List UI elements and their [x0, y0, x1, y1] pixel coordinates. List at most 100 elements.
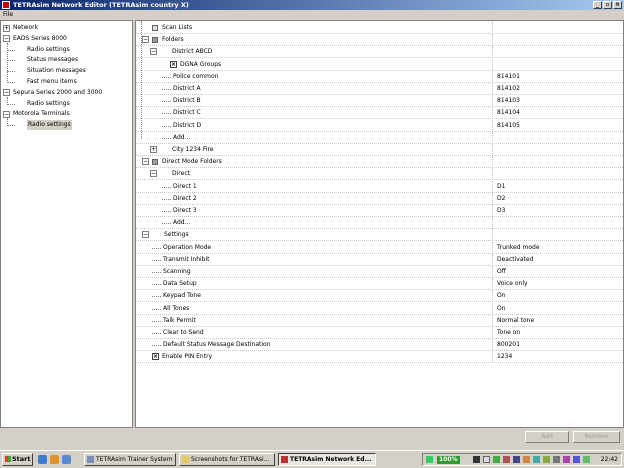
collapse-icon[interactable]: −: [3, 35, 10, 43]
tree-item-fast-menu-items[interactable]: Fast menu items: [27, 77, 77, 87]
tree-grid-row[interactable]: District B 814103: [136, 95, 623, 108]
network-icon[interactable]: [473, 456, 480, 463]
row-value[interactable]: Tone on: [497, 327, 520, 339]
tree-grid-row[interactable]: Scanning Off: [136, 266, 623, 278]
menu-file[interactable]: File: [3, 11, 13, 18]
tree-grid-row[interactable]: − Direct Mode Folders: [136, 156, 623, 169]
battery-indicator[interactable]: 100%: [437, 456, 460, 464]
tree-grid-row[interactable]: Add...: [136, 217, 623, 230]
row-value[interactable]: 814101: [497, 71, 520, 83]
checkbox[interactable]: ×: [170, 60, 177, 68]
row-value[interactable]: Deactivated: [497, 254, 533, 266]
security-icon[interactable]: [493, 456, 500, 463]
tree-grid-row[interactable]: Clear to Send Tone on: [136, 327, 623, 339]
row-value[interactable]: 814105: [497, 120, 520, 132]
help-icon[interactable]: [426, 456, 433, 463]
collapse-icon[interactable]: −: [150, 170, 157, 178]
task-screenshots[interactable]: Screenshots for TETRAsi...: [179, 453, 275, 466]
tree-grid-row[interactable]: × Enable PIN Entry 1234: [136, 351, 623, 364]
minimize-icon[interactable]: _: [593, 1, 602, 9]
printer-icon[interactable]: [553, 456, 560, 463]
tree-item-motorola-terminals[interactable]: Motorola Terminals: [13, 109, 70, 119]
mail-icon[interactable]: [50, 455, 59, 464]
tree-item-radio-settings[interactable]: Radio settings: [27, 99, 70, 109]
tree-grid-row[interactable]: Transmit Inhibit Deactivated: [136, 253, 623, 266]
tree-grid-row[interactable]: District C 814104: [136, 107, 623, 120]
tree-grid-row[interactable]: − District ABCD: [136, 46, 623, 59]
row-value[interactable]: On: [497, 290, 506, 302]
checkbox[interactable]: ×: [152, 353, 159, 361]
row-value[interactable]: 814103: [497, 95, 520, 107]
row-value[interactable]: Off: [497, 266, 506, 278]
tree-grid-row[interactable]: Keypad Tone On: [136, 290, 623, 303]
tree-item-status-messages[interactable]: Status messages: [27, 55, 78, 65]
tree-grid-row[interactable]: All Tones On: [136, 302, 623, 315]
collapse-icon[interactable]: −: [142, 231, 149, 239]
tree-item-eads-series-8000[interactable]: EADS Series 8000: [13, 34, 67, 44]
collapse-icon[interactable]: −: [150, 48, 157, 56]
tree-item-radio-settings[interactable]: Radio settings: [27, 45, 70, 55]
tree-grid-row[interactable]: × DGNA Groups: [136, 58, 623, 71]
restore-icon[interactable]: ▫: [603, 1, 612, 9]
tree-grid-row[interactable]: − Folders: [136, 34, 623, 47]
row-value[interactable]: D2: [497, 193, 505, 205]
row-value[interactable]: On: [497, 303, 506, 315]
collapse-icon[interactable]: −: [142, 36, 149, 44]
row-value[interactable]: D1: [497, 181, 505, 193]
column-divider: [492, 253, 493, 266]
tree-grid-row[interactable]: Default Status Message Destination 800201: [136, 339, 623, 352]
power-icon[interactable]: [573, 456, 580, 463]
expand-icon[interactable]: +: [3, 24, 10, 32]
collapse-icon[interactable]: −: [3, 89, 10, 97]
close-icon[interactable]: ×: [613, 1, 622, 9]
row-value[interactable]: 800201: [497, 339, 520, 351]
start-button[interactable]: Start: [2, 453, 33, 466]
tree-grid-row[interactable]: Direct 1 D1: [136, 180, 623, 193]
row-value[interactable]: 814102: [497, 83, 520, 95]
collapse-icon[interactable]: −: [142, 158, 149, 166]
antivirus-icon[interactable]: [523, 456, 530, 463]
remove-button[interactable]: Remove: [573, 431, 620, 443]
tree-grid-row[interactable]: Data Setup Voice only: [136, 278, 623, 291]
browser-icon[interactable]: [38, 455, 47, 464]
bluetooth-icon[interactable]: [513, 456, 520, 463]
tree-grid-row[interactable]: Talk Permit Normal tone: [136, 314, 623, 327]
tree-grid-row[interactable]: − Settings: [136, 229, 623, 242]
volume-icon[interactable]: [483, 456, 490, 463]
settings-tree-grid[interactable]: Scan Lists − Folders − District ABCD × DGNA Gr…: [135, 20, 624, 428]
row-value[interactable]: Normal tone: [497, 315, 534, 327]
tree-item-radio-settings[interactable]: Radio settings: [27, 120, 72, 131]
tree-grid-row[interactable]: Direct 3 D3: [136, 205, 623, 217]
desktop-icon[interactable]: [62, 455, 71, 464]
row-value[interactable]: D3: [497, 205, 505, 217]
tree-grid-row[interactable]: + City 1234 Fire: [136, 144, 623, 156]
row-value[interactable]: Trunked mode: [497, 242, 540, 254]
tree-grid-row[interactable]: District A 814102: [136, 83, 623, 95]
row-value[interactable]: 1234: [497, 351, 512, 363]
tree-item-situation-messages[interactable]: Situation messages: [27, 66, 86, 76]
tree-grid-row[interactable]: Direct 2 D2: [136, 192, 623, 205]
collapse-icon[interactable]: −: [3, 110, 10, 118]
sync-icon[interactable]: [543, 456, 550, 463]
tree-item-sepura-series-2000-and-3000[interactable]: Sepura Series 2000 and 3000: [13, 88, 102, 98]
tree-grid-row[interactable]: District D 814105: [136, 119, 623, 132]
expand-icon[interactable]: +: [150, 146, 157, 153]
tree-grid-row[interactable]: Add...: [136, 131, 623, 144]
display-icon[interactable]: [533, 456, 540, 463]
row-value[interactable]: Voice only: [497, 278, 528, 290]
task-tetrasim-trainer[interactable]: TETRAsim Trainer System: [84, 453, 176, 466]
tree-grid-row[interactable]: − Direct: [136, 168, 623, 181]
tree-grid-row[interactable]: Operation Mode Trunked mode: [136, 241, 623, 254]
tree-grid-row[interactable]: Scan Lists: [136, 22, 623, 34]
tree-grid-row[interactable]: Police common 814101: [136, 70, 623, 83]
task-label: Screenshots for TETRAsi...: [191, 456, 270, 463]
tree-item-network[interactable]: Network: [13, 23, 38, 33]
row-value[interactable]: 814104: [497, 107, 520, 119]
task-network-editor[interactable]: TETRAsim Network Ed...: [278, 453, 376, 466]
update-icon[interactable]: [503, 456, 510, 463]
messenger-icon[interactable]: [563, 456, 570, 463]
add-button[interactable]: Add: [525, 431, 569, 443]
clock[interactable]: 22:42: [601, 454, 618, 465]
tray-app-icon[interactable]: [583, 456, 590, 463]
left-tree-pane[interactable]: + Network − EADS Series 8000 Radio settings S…: [0, 20, 133, 428]
